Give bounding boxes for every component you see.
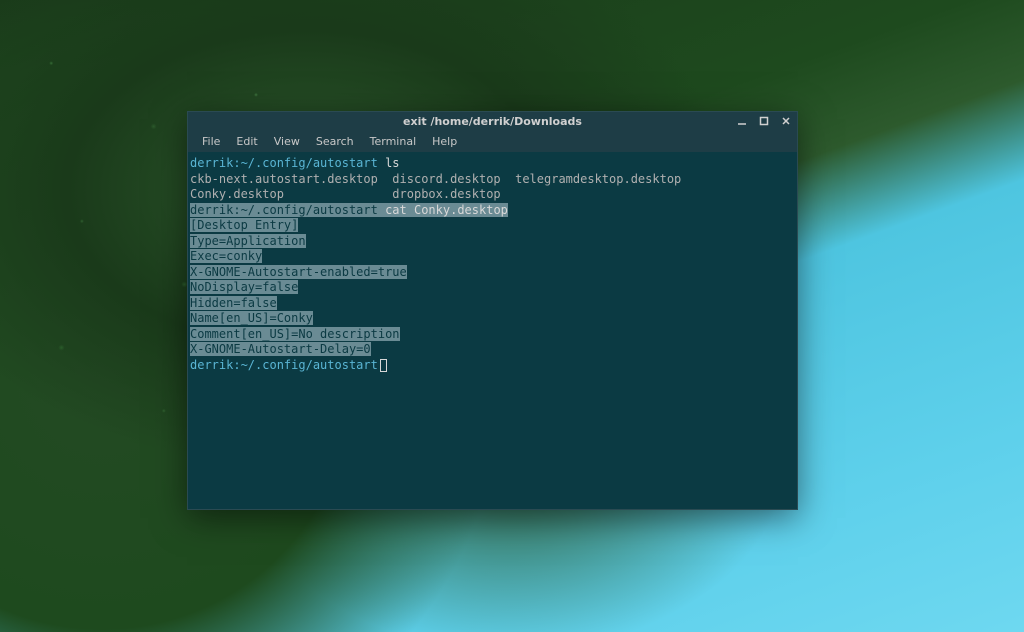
terminal-content[interactable]: derrik:~/.config/autostart ls ckb-next.a… xyxy=(188,152,797,509)
menu-file[interactable]: File xyxy=(196,133,226,150)
command-cat: cat Conky.desktop xyxy=(378,203,508,217)
prompt: derrik:~/.config/autostart xyxy=(190,156,378,170)
prompt: derrik:~/.config/autostart xyxy=(190,358,378,372)
cat-output-line: X-GNOME-Autostart-Delay=0 xyxy=(190,342,371,356)
maximize-button[interactable] xyxy=(757,114,771,128)
cat-output-line: Comment[en_US]=No description xyxy=(190,327,400,341)
ls-output-row: ckb-next.autostart.desktop discord.deskt… xyxy=(190,172,681,186)
menu-help[interactable]: Help xyxy=(426,133,463,150)
cat-output-line: Hidden=false xyxy=(190,296,277,310)
terminal-window: exit /home/derrik/Downloads File Edit Vi… xyxy=(187,111,798,510)
cat-output-line: Name[en_US]=Conky xyxy=(190,311,313,325)
cat-output-line: Type=Application xyxy=(190,234,306,248)
window-titlebar[interactable]: exit /home/derrik/Downloads xyxy=(188,112,797,130)
minimize-button[interactable] xyxy=(735,114,749,128)
prompt: derrik:~/.config/autostart xyxy=(190,203,378,217)
cat-output-line: NoDisplay=false xyxy=(190,280,298,294)
command-ls: ls xyxy=(378,156,400,170)
cat-output-line: X-GNOME-Autostart-enabled=true xyxy=(190,265,407,279)
cat-output-line: [Desktop Entry] xyxy=(190,218,298,232)
cat-output-line: Exec=conky xyxy=(190,249,262,263)
ls-output-row: Conky.desktop dropbox.desktop xyxy=(190,187,501,201)
menu-terminal[interactable]: Terminal xyxy=(364,133,423,150)
window-controls xyxy=(735,114,793,128)
menubar: File Edit View Search Terminal Help xyxy=(188,130,797,152)
window-title: exit /home/derrik/Downloads xyxy=(403,115,582,128)
cursor xyxy=(380,359,387,372)
menu-edit[interactable]: Edit xyxy=(230,133,263,150)
menu-view[interactable]: View xyxy=(268,133,306,150)
menu-search[interactable]: Search xyxy=(310,133,360,150)
close-button[interactable] xyxy=(779,114,793,128)
